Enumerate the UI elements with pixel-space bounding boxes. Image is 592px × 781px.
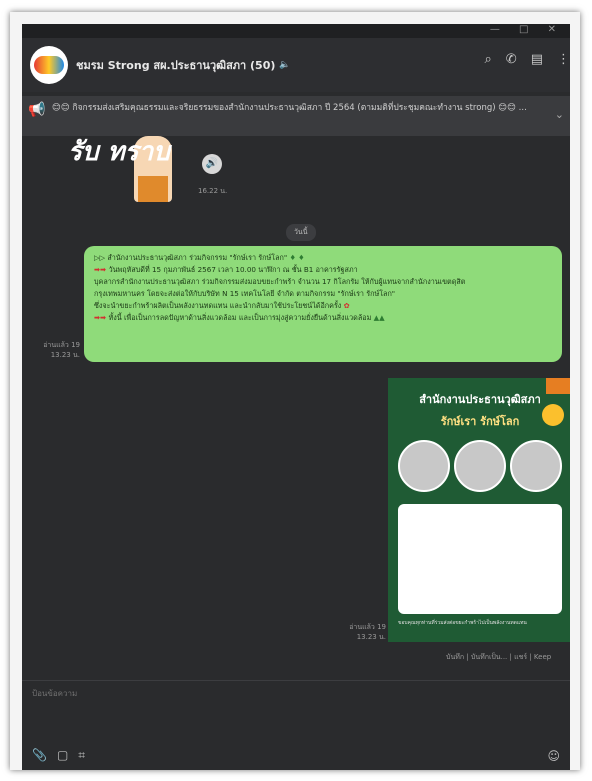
group-avatar[interactable] xyxy=(30,46,68,84)
bubble-line-3: บุคลากรสำนักงานประธานวุฒิสภา ร่วมกิจกรรม… xyxy=(94,277,466,286)
bubble-line-5: ซึ่งจะนำขยะกำพร้าผลิตเป็นพลังงานทดแทน แล… xyxy=(94,301,350,310)
crop-icon[interactable]: ⌗ xyxy=(78,748,85,763)
avatar-logo xyxy=(34,56,64,74)
chat-title[interactable]: ชมรม Strong สผ.ประธานวุฒิสภา (50) xyxy=(76,56,275,74)
recycle-icon: ✿ xyxy=(343,301,350,310)
image-actions[interactable]: บันทึก | บันทึกเป็น... | แชร์ | Keep xyxy=(446,652,551,663)
leaf-icon: ♦ ♦ xyxy=(289,253,305,262)
sticker-text: รับ ทราบ xyxy=(68,137,170,167)
message-input[interactable]: ป้อนข้อความ xyxy=(32,687,77,700)
title-bar: — □ ✕ xyxy=(22,24,570,38)
play-icon: ▷▷ xyxy=(94,253,108,262)
call-icon[interactable]: ✆ xyxy=(506,52,517,67)
message-time: 13.23 น. xyxy=(356,633,386,641)
date-separator: วันนี้ xyxy=(286,224,316,241)
poster-photo xyxy=(454,440,506,492)
sticker-shirt xyxy=(138,176,168,202)
message-input-area: ป้อนข้อความ 📎 ▢ ⌗ ☺ xyxy=(22,680,570,770)
message-time: 16.22 น. xyxy=(198,187,228,195)
header-icons: ⌕ ✆ ▤ ⋮ xyxy=(485,52,570,67)
message-time: 13.23 น. xyxy=(50,351,80,359)
bubble-line-4: กรุงเทพมหานคร โดยจะส่งต่อให้กับบริษัท N … xyxy=(94,289,396,298)
bubble-line-6: ➡➡ ทั้งนี้ เพื่อเป็นการลดปัญหาด้านสิ่งแว… xyxy=(94,313,385,322)
poster-accent xyxy=(546,378,570,394)
poster-footer: ขอบคุณทุกท่านที่ร่วมส่งต่อขยะกำพร้าไปเป็… xyxy=(398,620,527,626)
text-message-bubble[interactable]: ▷▷ สำนักงานประธานวุฒิสภา ร่วมกิจกรรม "รั… xyxy=(84,246,562,362)
poster-photos xyxy=(388,440,570,492)
read-count: อ่านแล้ว 19 xyxy=(43,341,80,349)
mute-icon: 🔈 xyxy=(279,60,291,70)
emoji-icon[interactable]: ☺ xyxy=(547,749,560,763)
bubble-line-1: ▷▷ สำนักงานประธานวุฒิสภา ร่วมกิจกรรม "รั… xyxy=(94,253,305,262)
bubble-line-2: ➡➡ วันพฤหัสบดีที่ 15 กุมภาพันธ์ 2567 เวล… xyxy=(94,265,358,274)
announcement-text: 😊😊 กิจกรรมส่งเสริมคุณธรรมและจริยธรรมของส… xyxy=(52,103,527,113)
window-controls[interactable]: — □ ✕ xyxy=(490,24,564,35)
chat-header: ชมรม Strong สผ.ประธานวุฒิสภา (50) 🔈 ⌕ ✆ … xyxy=(22,38,570,92)
image-message[interactable]: สำนักงานประธานวุฒิสภา รักษ์เรา รักษ์โลก … xyxy=(388,378,570,642)
bubble-meta: อ่านแล้ว 19 13.23 น. xyxy=(36,340,80,360)
arrow-icon: ➡➡ xyxy=(94,313,109,322)
speaker-icon[interactable]: 🔊 xyxy=(202,154,222,174)
input-toolbar: 📎 ▢ ⌗ xyxy=(32,748,85,763)
poster-photo xyxy=(510,440,562,492)
poster-photo xyxy=(398,440,450,492)
more-icon[interactable]: ⋮ xyxy=(557,52,570,67)
poster-title: สำนักงานประธานวุฒิสภา xyxy=(419,393,541,406)
image-meta: อ่านแล้ว 19 13.23 น. xyxy=(342,622,386,642)
arrow-icon: ➡➡ xyxy=(94,265,109,274)
chevron-down-icon[interactable]: ⌄ xyxy=(555,108,564,121)
read-count: อ่านแล้ว 19 xyxy=(349,623,386,631)
attach-icon[interactable]: 📎 xyxy=(32,748,47,763)
announcement-bar[interactable]: 📢 😊😊 กิจกรรมส่งเสริมคุณธรรมและจริยธรรมขอ… xyxy=(22,96,570,136)
tree-icon: ▲▲ xyxy=(373,313,385,322)
search-icon[interactable]: ⌕ xyxy=(485,52,492,67)
save-icon[interactable]: ▢ xyxy=(57,748,68,763)
menu-icon[interactable]: ▤ xyxy=(531,52,543,67)
chat-window: — □ ✕ ชมรม Strong สผ.ประธานวุฒิสภา (50) … xyxy=(22,24,570,770)
sticker-message[interactable]: รับ ทราบ xyxy=(64,136,174,206)
poster-text-card xyxy=(398,504,562,614)
megaphone-icon: 📢 xyxy=(28,102,46,118)
sun-icon xyxy=(542,404,564,426)
